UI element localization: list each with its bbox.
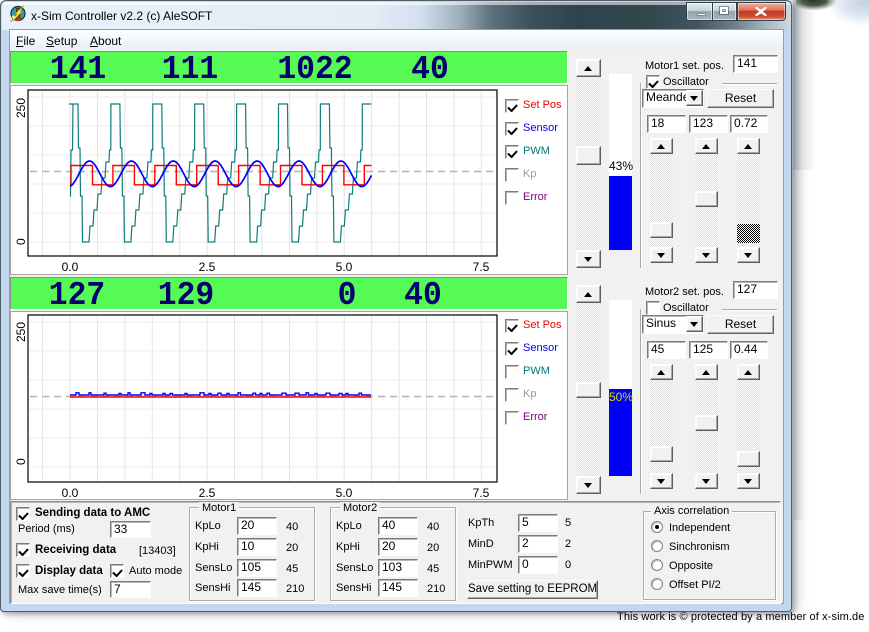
svg-text:0.0: 0.0	[62, 260, 79, 274]
svg-text:0.0: 0.0	[62, 486, 79, 500]
svg-text:7.5: 7.5	[473, 260, 490, 274]
svg-text:0: 0	[14, 458, 28, 465]
svg-text:2.5: 2.5	[199, 260, 216, 274]
svg-text:5.0: 5.0	[336, 486, 353, 500]
svg-text:5.0: 5.0	[336, 260, 353, 274]
svg-text:250: 250	[14, 98, 28, 118]
svg-text:2.5: 2.5	[199, 486, 216, 500]
svg-text:0: 0	[14, 238, 28, 245]
svg-text:7.5: 7.5	[473, 486, 490, 500]
svg-text:250: 250	[14, 322, 28, 342]
